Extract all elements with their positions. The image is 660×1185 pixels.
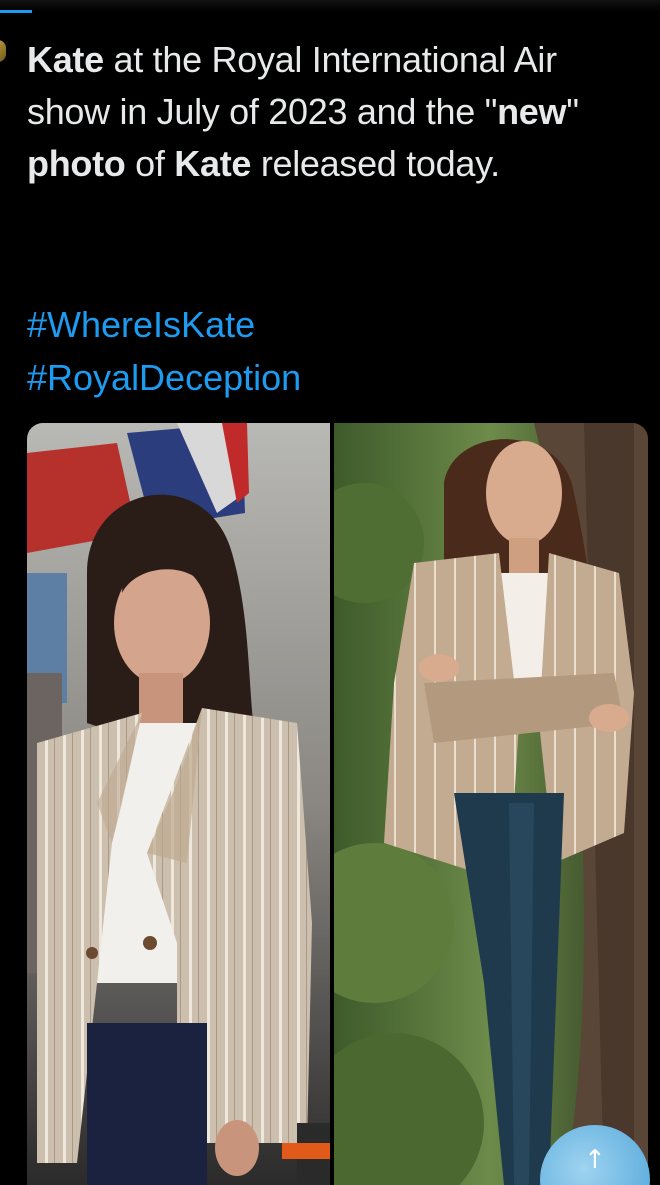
badge-glyph: ↑ (584, 1145, 606, 1175)
tweet-text-part: Kate (174, 143, 252, 184)
tweet-text: Kate at the Royal International Air show… (27, 34, 627, 190)
tweet-text-part: new (497, 91, 567, 132)
tweet-text-part: " (566, 91, 579, 132)
status-strip (0, 0, 660, 12)
tweet-text-part: at the Royal International Air show in J… (27, 39, 557, 132)
tweet-text-part: of (125, 143, 175, 184)
avatar[interactable] (0, 40, 6, 62)
air-show-photo[interactable] (27, 423, 330, 1185)
hashtag-list: #WhereIsKate #RoyalDeception (27, 298, 301, 404)
tweet-media[interactable] (27, 423, 648, 1185)
tree-photo[interactable] (334, 423, 648, 1185)
hashtag-whereiskate[interactable]: #WhereIsKate (27, 298, 301, 351)
hashtag-royaldeception[interactable]: #RoyalDeception (27, 351, 301, 404)
progress-indicator (0, 10, 32, 13)
tweet-text-part: photo (27, 143, 126, 184)
tweet-text-part: Kate (27, 39, 104, 80)
tweet-text-part: released today. (251, 143, 500, 184)
